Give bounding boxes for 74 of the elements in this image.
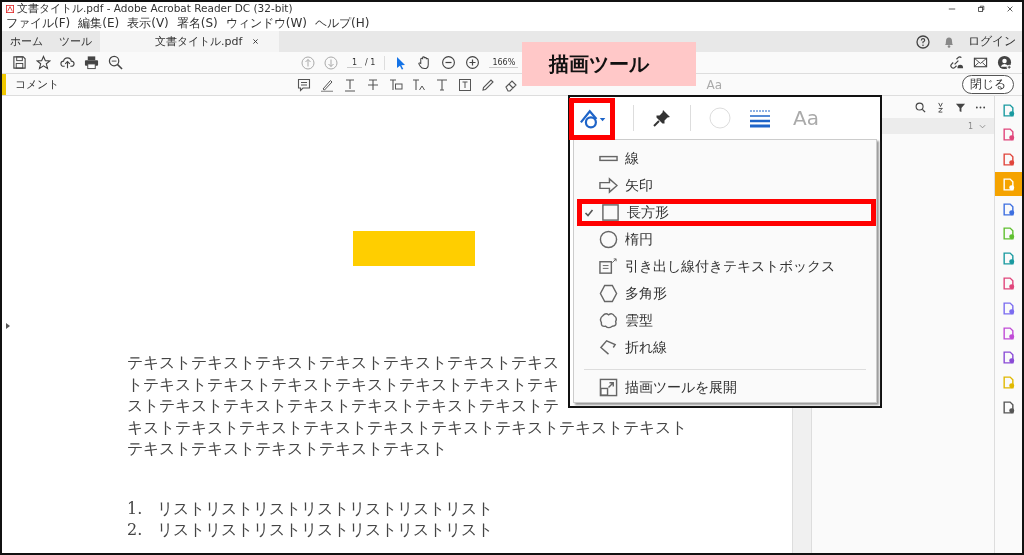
page-count: 1	[967, 121, 974, 131]
page-total: / 1	[365, 58, 376, 67]
menu-item[interactable]: 多角形	[574, 280, 876, 307]
pdf-app-icon	[6, 5, 14, 13]
zoom-in-icon[interactable]	[465, 55, 481, 70]
list-item-text: リストリストリストリストリストリストリスト	[157, 497, 493, 519]
menu-item[interactable]: 引き出し線付きテキストボックス	[574, 253, 876, 280]
tab[interactable]: ツール	[51, 31, 100, 52]
rectangle-icon	[601, 203, 620, 222]
zoom-out-icon[interactable]	[441, 55, 457, 70]
pin-icon[interactable]	[652, 108, 672, 128]
polyline-icon	[599, 338, 618, 357]
paragraph-line: ストテキストテキストテキストテキストテキストテキストテ	[127, 395, 559, 417]
pencil-icon[interactable]	[481, 77, 496, 92]
menu-item[interactable]: 折れ線	[574, 334, 876, 361]
menu-item[interactable]: 雲型	[574, 307, 876, 334]
menu-item[interactable]: 表示(V)	[127, 15, 169, 32]
help-icon[interactable]	[916, 34, 930, 49]
menu-item[interactable]: 編集(E)	[78, 15, 120, 32]
login-link[interactable]: ログイン	[968, 33, 1016, 50]
list-number: 1.	[127, 497, 143, 519]
tool-icon	[1002, 177, 1015, 191]
star-icon[interactable]	[36, 55, 51, 70]
paragraph-line: テキストテキストテキストテキストテキスト	[127, 438, 447, 460]
menu-item[interactable]: 矢印	[574, 172, 876, 199]
menu-item[interactable]: ウィンドウ(W)	[225, 15, 307, 32]
circle-icon	[599, 230, 618, 249]
list-item-text: リストリストリストリストリストリストリスト	[157, 519, 493, 541]
menu-item[interactable]: ヘルプ(H)	[315, 15, 370, 32]
window-title: 文書タイトル.pdf - Adobe Acrobat Reader DC (32-bit)	[17, 2, 293, 16]
hexagon-icon	[599, 284, 618, 303]
mail-icon[interactable]	[973, 55, 988, 70]
strikethrough-text-icon[interactable]	[366, 77, 381, 92]
list-number: 2.	[127, 519, 143, 541]
callout-label: 描画ツール	[522, 42, 696, 86]
insert-text-icon[interactable]	[412, 77, 427, 92]
paragraph-line: テキストテキストテキストテキストテキストテキストテキス	[127, 352, 559, 374]
save-icon[interactable]	[12, 55, 27, 70]
sticky-note-icon[interactable]	[297, 77, 312, 92]
link-share-icon[interactable]	[949, 55, 964, 70]
text-box-icon[interactable]	[458, 77, 473, 92]
menu-item[interactable]: 長方形	[577, 199, 876, 226]
comment-toolbar-label: コメント	[15, 77, 59, 92]
zoom-field[interactable]: 166%	[489, 57, 519, 68]
close-button[interactable]: 閉じる	[962, 75, 1014, 94]
paragraph-line: トテキストテキストテキストテキストテキストテキストテキ	[127, 373, 559, 395]
restore-icon[interactable]	[977, 5, 985, 13]
cloud-shape-icon	[599, 311, 618, 330]
replace-text-icon[interactable]	[389, 77, 404, 92]
line-style-icon[interactable]	[749, 107, 771, 129]
page-number-field[interactable]: 1	[347, 57, 363, 68]
paragraph-line: キストテキストテキストテキストテキストテキストテキストテキストテキスト	[127, 416, 687, 438]
print-icon[interactable]	[84, 55, 99, 70]
zoom-out-search-icon[interactable]	[108, 55, 123, 70]
callout-box-icon	[599, 257, 618, 276]
add-user-icon[interactable]	[997, 55, 1012, 70]
expand-icon	[599, 378, 618, 397]
collapse-arrow-icon[interactable]	[6, 323, 10, 329]
shapes-icon	[578, 109, 606, 129]
arrow-icon	[599, 176, 618, 195]
menu-item[interactable]: ファイル(F)	[6, 15, 71, 32]
filter-icon[interactable]	[955, 101, 967, 113]
tab[interactable]: ホーム	[2, 31, 51, 52]
menu-item[interactable]: 線	[574, 145, 876, 172]
tab[interactable]: 文書タイトル.pdf	[100, 31, 280, 52]
close-icon[interactable]	[252, 38, 260, 45]
highlighter-icon[interactable]	[320, 77, 335, 92]
upload-cloud-icon[interactable]	[60, 55, 75, 70]
search-icon[interactable]	[915, 101, 927, 113]
menu-item[interactable]: 描画ツールを展開	[574, 374, 876, 401]
menu-item[interactable]: 署名(S)	[176, 15, 218, 32]
menu-item[interactable]: 楕円	[574, 226, 876, 253]
close-icon[interactable]	[1006, 5, 1014, 13]
shape-tool-button[interactable]	[569, 98, 615, 140]
